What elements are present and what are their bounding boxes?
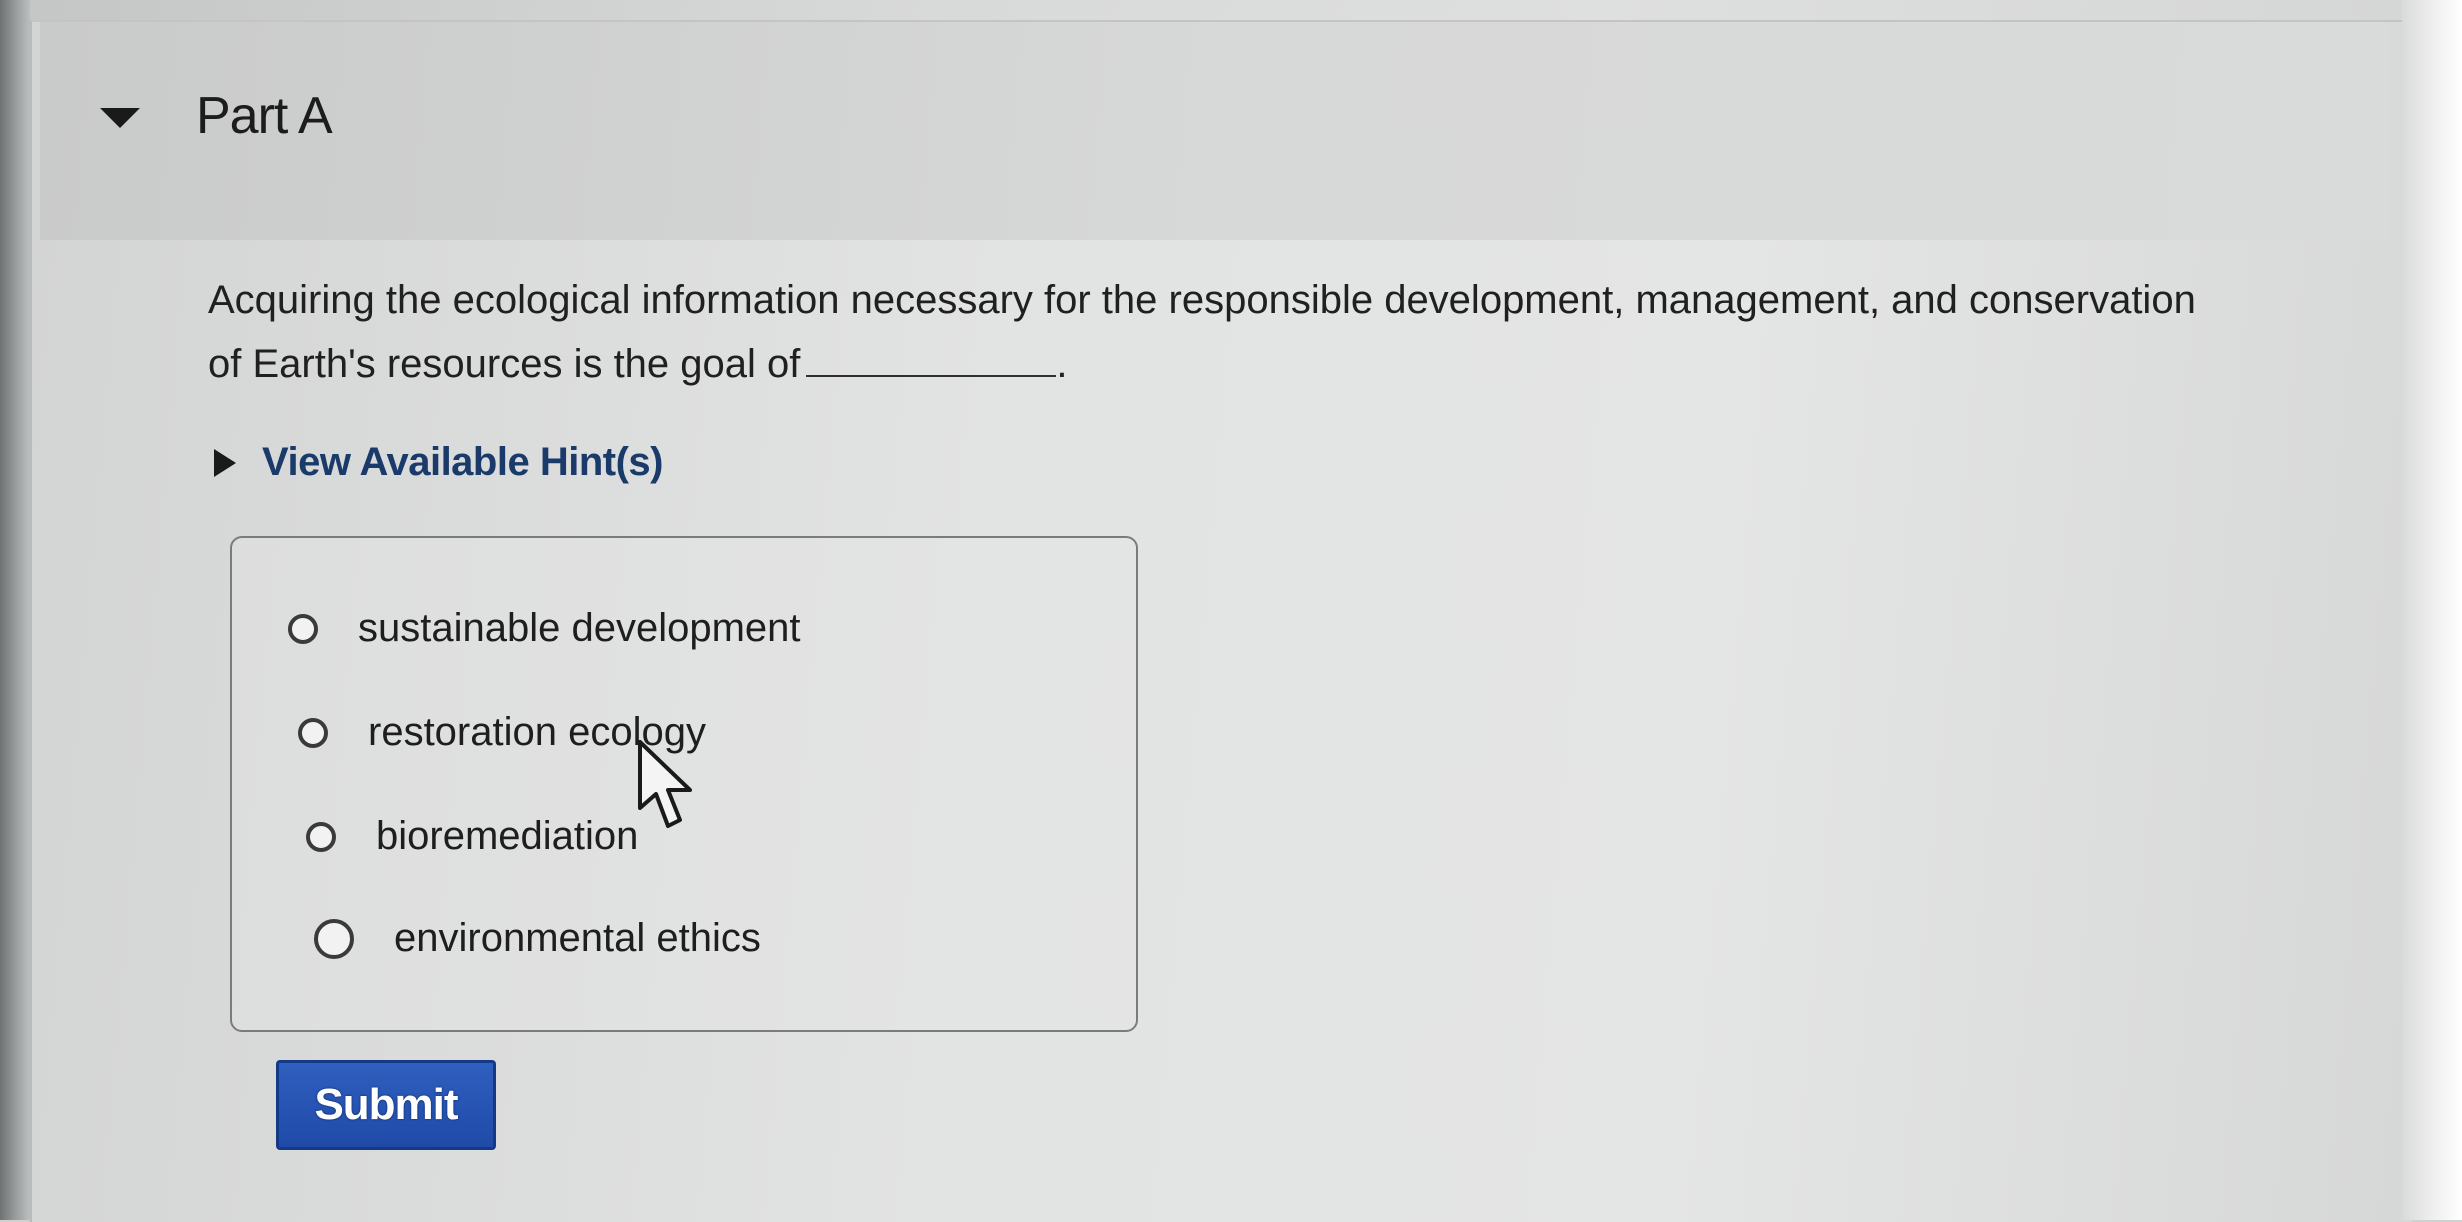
question-end: . [1056, 342, 1068, 386]
part-header[interactable] [40, 22, 2390, 240]
radio-button[interactable] [306, 821, 336, 852]
option-sustainable-development[interactable]: sustainable development [288, 606, 801, 651]
screen-glare-right [2402, 0, 2462, 1220]
option-label[interactable]: bioremediation [376, 814, 638, 859]
monitor-bezel-left [0, 0, 30, 1220]
mouse-pointer-icon [638, 740, 692, 828]
question-stem: Acquiring the ecological information nec… [208, 278, 2196, 386]
submit-button[interactable]: Submit [276, 1060, 496, 1150]
option-label[interactable]: sustainable development [358, 606, 801, 651]
radio-button[interactable] [298, 717, 328, 748]
part-title[interactable]: Part A [196, 86, 333, 146]
option-bioremediation[interactable]: bioremediation [306, 814, 638, 859]
radio-button[interactable] [288, 613, 318, 644]
triangle-down-icon[interactable] [100, 108, 140, 128]
radio-button[interactable] [314, 918, 354, 959]
answer-blank [806, 341, 1057, 377]
screen-background: Part A Acquiring the ecological informat… [0, 0, 2462, 1222]
triangle-right-icon[interactable] [214, 448, 236, 477]
view-hints-link[interactable]: View Available Hint(s) [262, 440, 663, 485]
option-environmental-ethics[interactable]: environmental ethics [314, 916, 761, 961]
question-text: Acquiring the ecological information nec… [208, 268, 2208, 396]
option-label[interactable]: environmental ethics [394, 916, 761, 961]
hint-toggle[interactable]: View Available Hint(s) [214, 440, 663, 485]
